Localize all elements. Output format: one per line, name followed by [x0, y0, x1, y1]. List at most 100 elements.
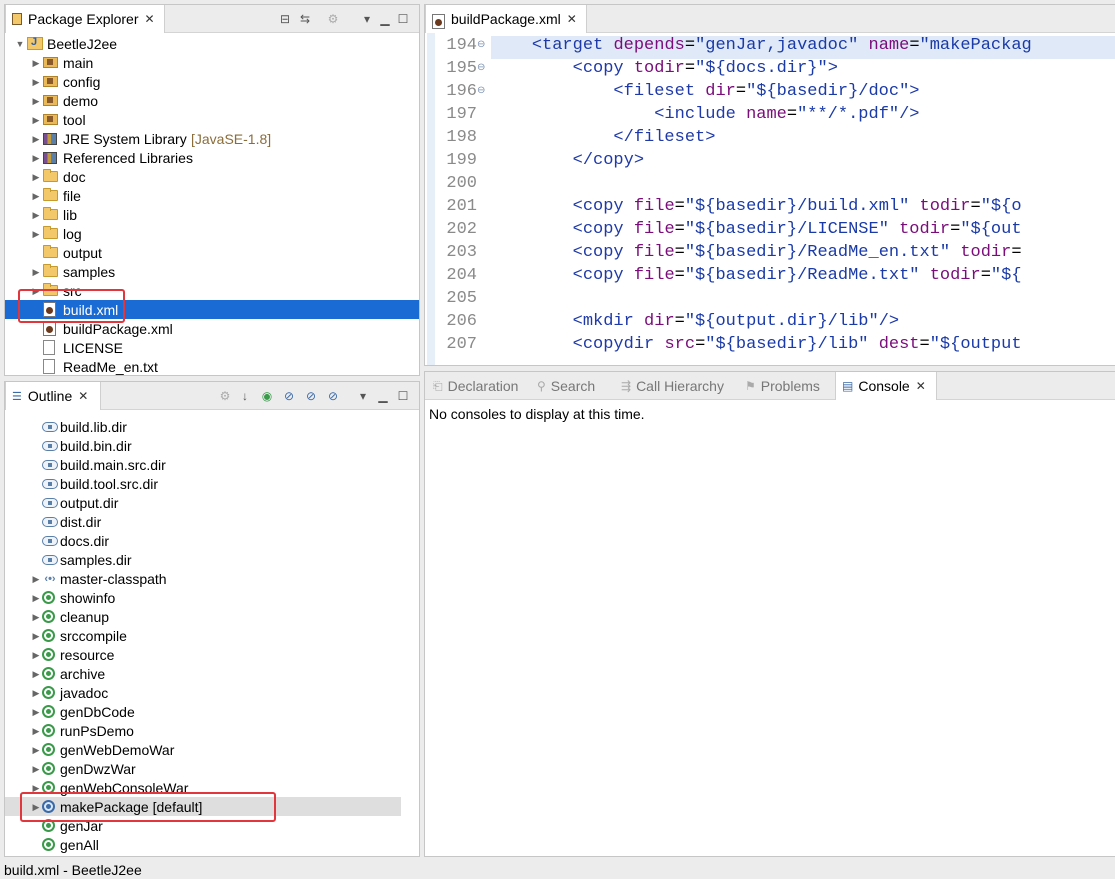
tab-call-hierarchy[interactable]: ⇶ Call Hierarchy: [615, 372, 735, 400]
collapsed-twisty-icon[interactable]: ▶: [31, 229, 41, 239]
outline-item[interactable]: ▶ runPsDemo: [5, 721, 401, 740]
outline-item[interactable]: ▶ resource: [5, 645, 401, 664]
minimize-icon[interactable]: ▁: [377, 11, 393, 27]
collapsed-twisty-icon[interactable]: ▶: [31, 650, 41, 660]
tree-item[interactable]: ▶ samples: [5, 262, 419, 281]
collapsed-twisty-icon[interactable]: ▶: [31, 631, 41, 641]
hide-properties-icon[interactable]: ⊘: [303, 388, 319, 404]
fold-toggle-icon[interactable]: ⊖: [477, 85, 487, 96]
hide-imported-icon[interactable]: ⊘: [325, 388, 341, 404]
collapsed-twisty-icon[interactable]: ▶: [31, 593, 41, 603]
outline-item[interactable]: build.bin.dir: [5, 436, 401, 455]
collapsed-twisty-icon[interactable]: ▶: [31, 707, 41, 717]
outline-item[interactable]: samples.dir: [5, 550, 401, 569]
maximize-icon[interactable]: ☐: [395, 11, 411, 27]
tree-item[interactable]: ReadMe_en.txt: [5, 357, 419, 375]
collapsed-twisty-icon[interactable]: ▶: [31, 726, 41, 736]
code-line[interactable]: <include name="**/*.pdf"/>: [491, 105, 1115, 128]
collapsed-twisty-icon[interactable]: ▶: [31, 58, 41, 68]
outline-item[interactable]: build.lib.dir: [5, 417, 401, 436]
code-area[interactable]: 194 ⊖ <target depends="genJar,javadoc" na…: [425, 33, 1115, 365]
collapsed-twisty-icon[interactable]: ▶: [31, 153, 41, 163]
tree-item[interactable]: ▼ BeetleJ2ee: [5, 34, 419, 53]
tree-item[interactable]: ▶ doc: [5, 167, 419, 186]
outline-item[interactable]: build.main.src.dir: [5, 455, 401, 474]
tab-console[interactable]: ▤ Console ✕: [835, 372, 937, 400]
code-line[interactable]: [491, 289, 1115, 312]
code-line[interactable]: <copy file="${basedir}/ReadMe.txt" todir…: [491, 266, 1115, 289]
collapsed-twisty-icon[interactable]: ▶: [31, 267, 41, 277]
outline-item[interactable]: output.dir: [5, 493, 401, 512]
outline-item[interactable]: ▶ genDwzWar: [5, 759, 401, 778]
fold-toggle-icon[interactable]: ⊖: [477, 62, 487, 73]
outline-item[interactable]: genAll: [5, 835, 401, 854]
collapse-all-icon[interactable]: ⊟: [277, 11, 293, 27]
view-menu-icon[interactable]: ▾: [359, 11, 375, 27]
code-line[interactable]: </fileset>: [491, 128, 1115, 151]
tree-item[interactable]: ▶ config: [5, 72, 419, 91]
view-menu-icon[interactable]: ▾: [355, 388, 371, 404]
hide-internal-icon[interactable]: ⊘: [281, 388, 297, 404]
collapsed-twisty-icon[interactable]: ▶: [31, 745, 41, 755]
tree-item[interactable]: output: [5, 243, 419, 262]
close-icon[interactable]: ✕: [145, 12, 155, 26]
tab-build-package-xml[interactable]: buildPackage.xml ✕: [425, 5, 587, 33]
code-line[interactable]: </copy>: [491, 151, 1115, 174]
tree-item[interactable]: ▶ tool: [5, 110, 419, 129]
outline-item[interactable]: docs.dir: [5, 531, 401, 550]
code-line[interactable]: <target depends="genJar,javadoc" name="m…: [491, 36, 1115, 59]
link-with-editor-icon[interactable]: ⇆: [297, 11, 313, 27]
filter-icon[interactable]: ⚙: [325, 11, 341, 27]
collapsed-twisty-icon[interactable]: ▶: [31, 669, 41, 679]
tree-item[interactable]: ▶ main: [5, 53, 419, 72]
code-line[interactable]: [491, 174, 1115, 197]
tree-item[interactable]: ▶ demo: [5, 91, 419, 110]
close-icon[interactable]: ✕: [916, 379, 926, 393]
code-line[interactable]: <mkdir dir="${output.dir}/lib"/>: [491, 312, 1115, 335]
code-line[interactable]: <copy file="${basedir}/LICENSE" todir="$…: [491, 220, 1115, 243]
fold-toggle-icon[interactable]: ⊖: [477, 39, 487, 50]
maximize-icon[interactable]: ☐: [395, 388, 411, 404]
hide-targets-icon[interactable]: ◉: [259, 388, 275, 404]
code-line[interactable]: <copy todir="${docs.dir}">: [491, 59, 1115, 82]
tab-problems[interactable]: ⚑ Problems: [739, 372, 831, 400]
code-line[interactable]: <copy file="${basedir}/build.xml" todir=…: [491, 197, 1115, 220]
collapsed-twisty-icon[interactable]: ▶: [31, 77, 41, 87]
sort-icon[interactable]: ↓: [237, 388, 253, 404]
outline-item[interactable]: ▶ srccompile: [5, 626, 401, 645]
collapsed-twisty-icon[interactable]: ▶: [31, 191, 41, 201]
code-line[interactable]: <copydir src="${basedir}/lib" dest="${ou…: [491, 335, 1115, 358]
outline-item[interactable]: ▶ cleanup: [5, 607, 401, 626]
tree-item[interactable]: ▶ log: [5, 224, 419, 243]
close-icon[interactable]: ✕: [567, 12, 577, 26]
outline-item[interactable]: dist.dir: [5, 512, 401, 531]
hide-fields-icon[interactable]: ⚙: [217, 388, 233, 404]
outline-item[interactable]: ▶ genWebDemoWar: [5, 740, 401, 759]
collapsed-twisty-icon[interactable]: ▶: [31, 210, 41, 220]
expanded-twisty-icon[interactable]: ▼: [15, 39, 25, 49]
outline-item[interactable]: ▶ archive: [5, 664, 401, 683]
collapsed-twisty-icon[interactable]: ▶: [31, 612, 41, 622]
tree-item[interactable]: LICENSE: [5, 338, 419, 357]
collapsed-twisty-icon[interactable]: ▶: [31, 96, 41, 106]
tab-package-explorer[interactable]: Package Explorer ✕: [5, 5, 165, 33]
tab-search[interactable]: ⚲ Search: [531, 372, 611, 400]
tab-declaration[interactable]: ⎗ Declaration: [427, 372, 527, 400]
outline-item[interactable]: ▶ javadoc: [5, 683, 401, 702]
outline-item[interactable]: ▶ ‹•› master-classpath: [5, 569, 401, 588]
outline-item[interactable]: ▶ showinfo: [5, 588, 401, 607]
collapsed-twisty-icon[interactable]: ▶: [31, 764, 41, 774]
collapsed-twisty-icon[interactable]: ▶: [31, 574, 41, 584]
tree-item[interactable]: ▶ lib: [5, 205, 419, 224]
code-line[interactable]: <copy file="${basedir}/ReadMe_en.txt" to…: [491, 243, 1115, 266]
outline-item[interactable]: ▶ genDbCode: [5, 702, 401, 721]
collapsed-twisty-icon[interactable]: ▶: [31, 134, 41, 144]
minimize-icon[interactable]: ▁: [375, 388, 391, 404]
outline-item[interactable]: build.tool.src.dir: [5, 474, 401, 493]
tab-outline[interactable]: ☰ Outline ✕: [5, 382, 101, 410]
tree-item[interactable]: ▶ file: [5, 186, 419, 205]
tree-item[interactable]: ▶ Referenced Libraries: [5, 148, 419, 167]
code-line[interactable]: <fileset dir="${basedir}/doc">: [491, 82, 1115, 105]
collapsed-twisty-icon[interactable]: ▶: [31, 172, 41, 182]
collapsed-twisty-icon[interactable]: ▶: [31, 688, 41, 698]
